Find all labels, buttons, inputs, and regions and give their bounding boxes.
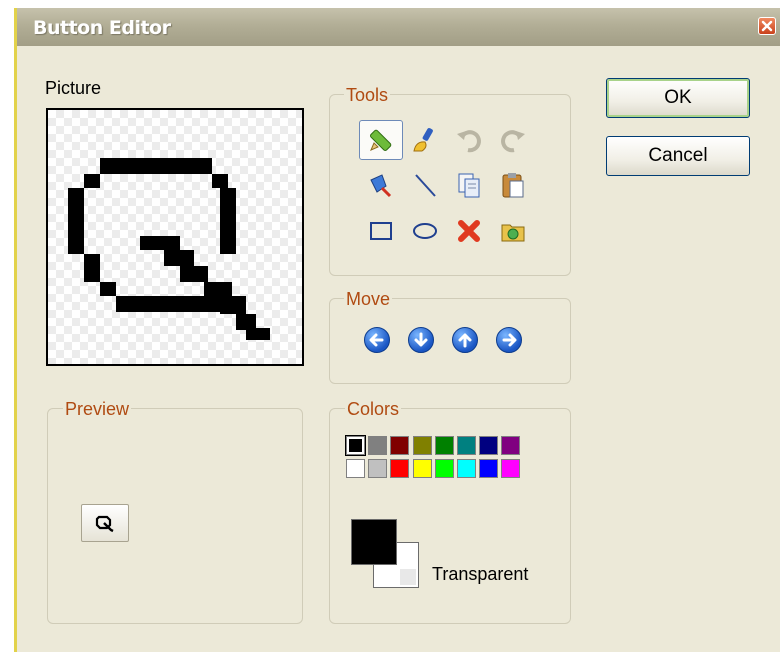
brush-tool[interactable] bbox=[403, 120, 447, 160]
foreground-color-swatch[interactable] bbox=[351, 519, 397, 565]
redo-tool[interactable] bbox=[491, 120, 535, 160]
copy-tool[interactable] bbox=[447, 165, 491, 205]
color-swatch[interactable] bbox=[434, 459, 454, 478]
delete-tool[interactable] bbox=[447, 211, 491, 251]
color-swatch[interactable] bbox=[390, 436, 410, 455]
color-swatch[interactable] bbox=[479, 459, 499, 478]
color-swatch[interactable] bbox=[457, 436, 476, 455]
rectangle-tool[interactable] bbox=[359, 211, 403, 251]
picture-drawing bbox=[68, 158, 270, 340]
open-icon bbox=[501, 224, 525, 242]
color-swatch[interactable] bbox=[457, 459, 476, 478]
arrow-right-icon bbox=[502, 333, 517, 347]
pencil-tool[interactable] bbox=[359, 120, 403, 160]
preview-label: Preview bbox=[63, 399, 132, 420]
close-icon bbox=[761, 20, 773, 32]
rectangle-icon bbox=[370, 222, 392, 240]
undo-icon bbox=[457, 130, 481, 153]
cancel-button[interactable]: Cancel bbox=[606, 136, 750, 176]
title-bar[interactable]: Button Editor bbox=[17, 8, 780, 46]
colors-label: Colors bbox=[345, 399, 402, 420]
color-swatch[interactable] bbox=[501, 436, 521, 455]
color-swatch[interactable] bbox=[346, 459, 365, 478]
undo-tool[interactable] bbox=[447, 120, 491, 160]
picture-label: Picture bbox=[45, 78, 102, 98]
open-tool[interactable] bbox=[491, 211, 535, 251]
fill-tool[interactable] bbox=[359, 165, 403, 205]
move-label: Move bbox=[344, 289, 393, 310]
button-editor-dialog: Button Editor Picture Tools Move Preview… bbox=[14, 8, 780, 652]
color-swatch[interactable] bbox=[501, 459, 521, 478]
move-right-button[interactable] bbox=[496, 327, 522, 353]
ellipse-tool[interactable] bbox=[403, 211, 447, 251]
paint-brush-icon bbox=[413, 128, 433, 152]
redo-icon bbox=[501, 130, 525, 153]
fill-icon bbox=[370, 174, 392, 198]
ok-button[interactable]: OK bbox=[606, 78, 750, 118]
move-up-button[interactable] bbox=[452, 327, 478, 353]
arrow-down-icon bbox=[414, 332, 428, 347]
ellipse-icon bbox=[413, 223, 437, 239]
move-left-button[interactable] bbox=[364, 327, 390, 353]
line-icon bbox=[415, 174, 436, 197]
color-swatch[interactable] bbox=[412, 459, 432, 478]
magnifier-icon bbox=[95, 515, 114, 533]
pencil-icon bbox=[370, 129, 392, 151]
color-swatch[interactable] bbox=[390, 459, 410, 478]
paste-tool[interactable] bbox=[491, 165, 535, 205]
color-swatch[interactable] bbox=[346, 436, 365, 455]
delete-icon bbox=[458, 220, 480, 242]
color-swatch[interactable] bbox=[434, 436, 454, 455]
paste-icon bbox=[502, 173, 524, 198]
line-tool[interactable] bbox=[403, 165, 447, 205]
window-title: Button Editor bbox=[33, 17, 171, 39]
arrow-left-icon bbox=[369, 333, 384, 347]
close-button[interactable] bbox=[758, 17, 776, 35]
copy-icon bbox=[458, 173, 480, 198]
color-swatch[interactable] bbox=[479, 436, 499, 455]
tools-label: Tools bbox=[344, 85, 391, 106]
transparent-label[interactable]: Transparent bbox=[432, 564, 528, 585]
preview-button[interactable] bbox=[81, 504, 129, 542]
color-swatch[interactable] bbox=[368, 459, 388, 478]
move-down-button[interactable] bbox=[408, 327, 434, 353]
picture-canvas[interactable] bbox=[46, 108, 304, 366]
color-swatch[interactable] bbox=[368, 436, 388, 455]
arrow-up-icon bbox=[458, 333, 472, 348]
color-swatch[interactable] bbox=[412, 436, 432, 455]
